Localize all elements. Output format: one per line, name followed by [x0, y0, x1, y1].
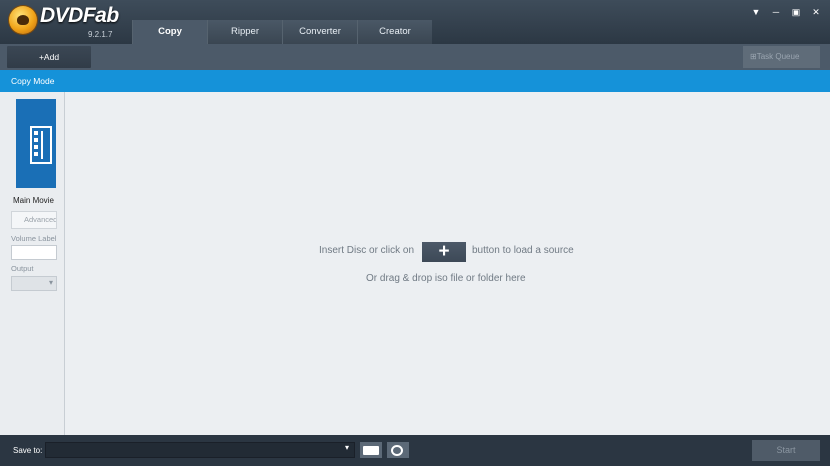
- start-button[interactable]: Start: [752, 440, 820, 461]
- sidebar: Main Movie Advanced Volume Label Output: [0, 92, 65, 435]
- tab-creator[interactable]: Creator: [357, 20, 432, 44]
- save-iso-button[interactable]: [387, 442, 409, 458]
- copy-mode-bar: Copy Mode: [0, 70, 830, 92]
- main-drop-area[interactable]: Insert Disc or click on + button to load…: [65, 92, 830, 435]
- volume-label-input[interactable]: [11, 245, 57, 260]
- browse-folder-button[interactable]: [360, 442, 382, 458]
- app-version: 9.2.1.7: [88, 30, 113, 39]
- tab-converter[interactable]: Converter: [282, 20, 357, 44]
- task-queue-icon: ⊞: [750, 52, 757, 61]
- title-bar: DVDFab 9.2.1.7 Copy Ripper Converter Cre…: [0, 0, 830, 45]
- close-icon[interactable]: ✕: [809, 6, 823, 18]
- task-queue-button[interactable]: ⊞Task Queue: [743, 46, 820, 68]
- save-to-label: Save to:: [13, 446, 43, 455]
- load-source-button[interactable]: +: [422, 242, 466, 262]
- load-source-text: button to load a source: [472, 245, 574, 256]
- insert-disc-text: Insert Disc or click on: [319, 245, 415, 256]
- film-strip-icon: [30, 126, 52, 164]
- volume-label-label: Volume Label: [11, 234, 57, 243]
- task-queue-label: Task Queue: [756, 52, 800, 61]
- copy-mode-name: Main Movie: [13, 196, 54, 205]
- main-movie-tile[interactable]: [16, 99, 56, 188]
- app-name: DVDFab: [40, 4, 119, 27]
- add-button[interactable]: +Add: [7, 46, 91, 68]
- advanced-settings-button[interactable]: Advanced: [11, 211, 57, 229]
- output-select[interactable]: [11, 276, 57, 291]
- toolbar: +Add ⊞Task Queue: [0, 44, 830, 70]
- bottom-bar: Save to: ▾ Start: [0, 435, 830, 466]
- tab-ripper[interactable]: Ripper: [207, 20, 282, 44]
- minimize-icon[interactable]: ─: [769, 6, 783, 18]
- save-to-input[interactable]: [45, 442, 355, 458]
- copy-mode-label: Copy Mode: [11, 76, 55, 86]
- output-label: Output: [11, 264, 34, 273]
- restore-icon[interactable]: ▣: [789, 6, 803, 18]
- tab-copy[interactable]: Copy: [132, 20, 207, 45]
- save-to-dropdown-icon[interactable]: ▾: [345, 443, 349, 452]
- dvdfab-logo-icon: [9, 6, 37, 34]
- drag-drop-text: Or drag & drop iso file or folder here: [366, 273, 526, 284]
- menu-dropdown-icon[interactable]: ▼: [749, 6, 763, 18]
